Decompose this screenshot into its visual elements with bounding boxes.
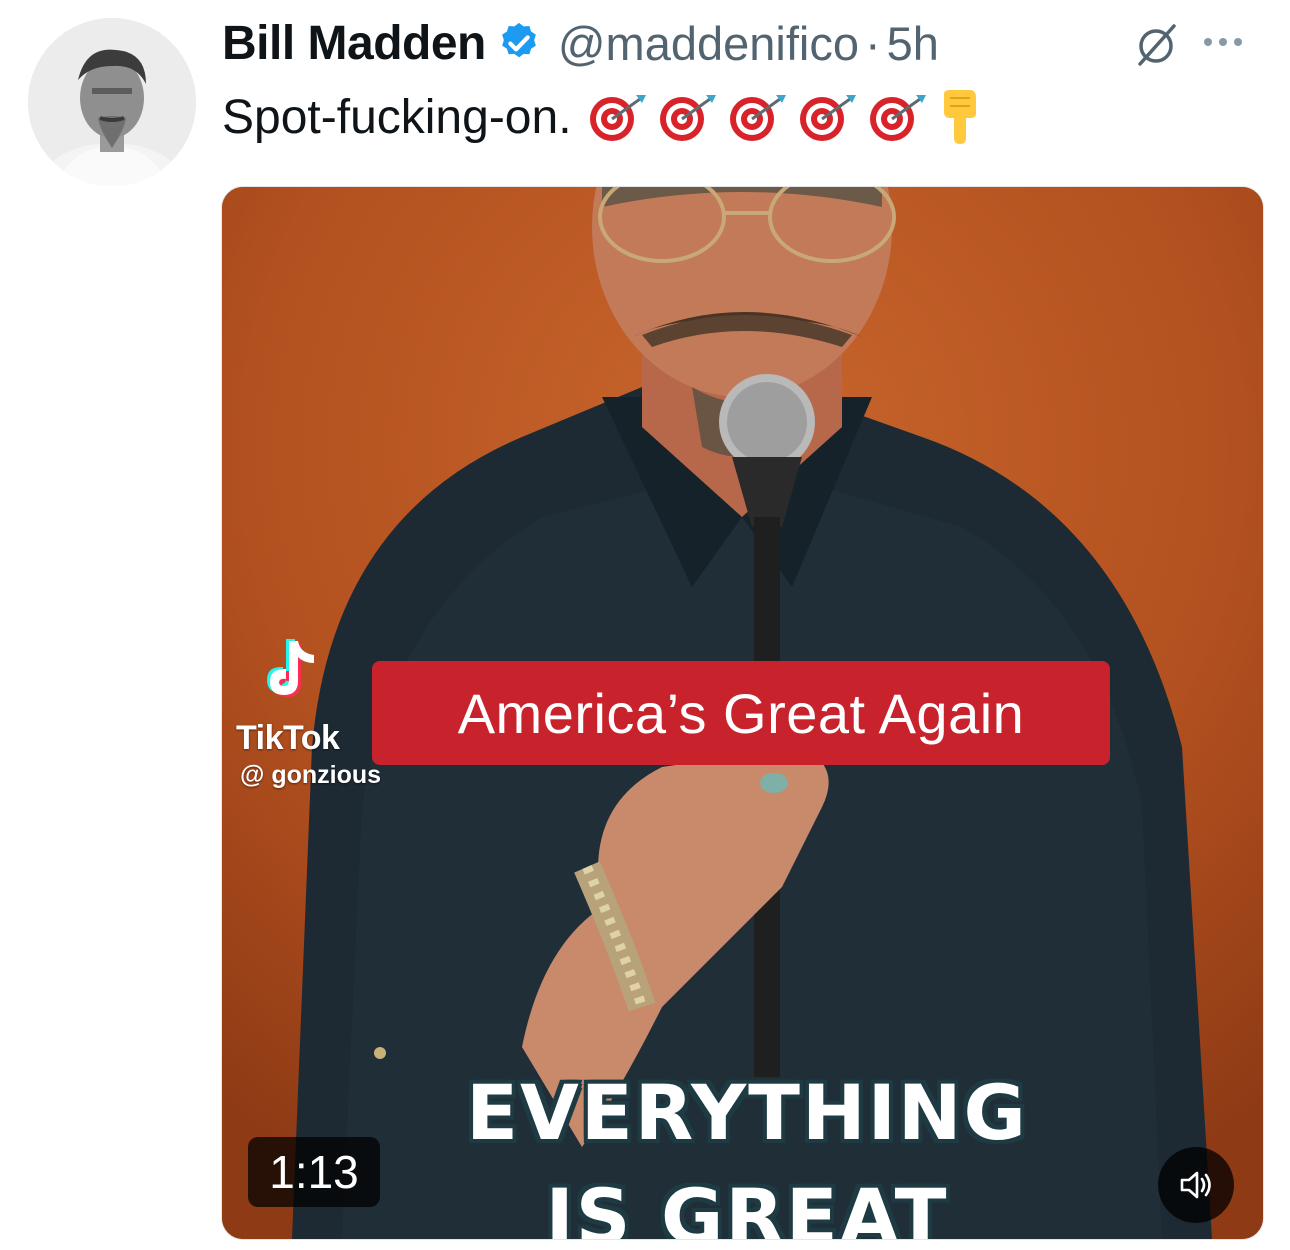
separator-dot: · (864, 16, 881, 70)
target-emoji-icon (729, 95, 786, 141)
caption-line-2: IS GREAT (545, 1172, 949, 1240)
video-caption: EVERYTHING IS GREAT (462, 1061, 1032, 1240)
pointing-down-emoji-icon (943, 90, 976, 144)
more-options-icon[interactable] (1198, 32, 1248, 52)
author-handle[interactable]: @maddenifico (558, 16, 859, 71)
tweet-timestamp[interactable]: 5h (887, 16, 939, 71)
tweet-text: Spot-fucking-on. (222, 90, 572, 144)
tiktok-handle: @ gonzious (240, 761, 382, 789)
banner-text: America’s Great Again (457, 681, 1025, 745)
video-player[interactable]: TikTok @ gonzious America’s Great Again … (221, 186, 1264, 1240)
emoji-row (586, 88, 984, 146)
volume-button[interactable] (1158, 1147, 1234, 1223)
target-emoji-icon (869, 95, 926, 141)
tweet-body: Spot-fucking-on. (222, 88, 984, 146)
avatar[interactable] (28, 18, 196, 186)
target-emoji-icon (659, 95, 716, 141)
display-name[interactable]: Bill Madden (222, 16, 486, 71)
caption-line-1: EVERYTHING (466, 1068, 1028, 1157)
avatar-image (28, 18, 196, 186)
grok-icon[interactable] (1132, 18, 1184, 70)
verified-badge-icon[interactable] (496, 20, 542, 66)
tiktok-logo-icon (258, 635, 330, 707)
tweet-header: Bill Madden @maddenifico · 5h (222, 10, 1270, 76)
tiktok-wordmark: TikTok (236, 719, 340, 757)
target-emoji-icon (589, 95, 646, 141)
video-banner: America’s Great Again (372, 661, 1110, 765)
target-emoji-icon (799, 95, 856, 141)
video-duration: 1:13 (248, 1137, 380, 1207)
volume-icon (1180, 1171, 1211, 1199)
